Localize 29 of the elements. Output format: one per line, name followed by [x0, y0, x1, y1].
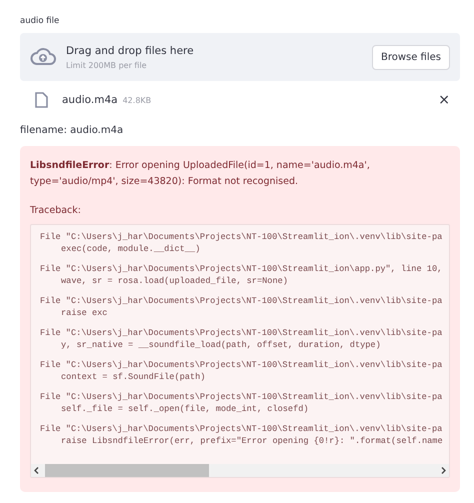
browse-files-button[interactable]: Browse files — [372, 44, 450, 70]
code-line: File "C:\Users\j_har\Documents\Projects\NT-100\Streamlit_ion\.venv\lib\site-pa — [40, 391, 444, 403]
code-line: context = sf.SoundFile(path) — [60, 371, 206, 383]
cloud-upload-icon — [30, 48, 56, 66]
code-line: exec(code, module.__dict__) — [60, 243, 202, 255]
remove-file-button[interactable]: × — [438, 92, 450, 108]
code-line: File "C:\Users\j_har\Documents\Projects\NT-100\Streamlit_ion\.venv\lib\site-pa — [40, 423, 444, 435]
code-line: self._file = self._open(file, mode_int, closefd) — [60, 403, 310, 415]
file-icon — [35, 92, 48, 108]
uploader-label: audio file — [20, 16, 60, 26]
size-limit-text: Limit 200MB per file — [66, 60, 148, 70]
code-line: File "C:\Users\j_har\Documents\Projects\NT-100\Streamlit_ion\.venv\lib\site-pa — [40, 327, 444, 339]
code-line: wave, sr = rosa.load(uploaded_file, sr=None) — [60, 275, 289, 287]
file-size: 42.8KB — [122, 96, 152, 104]
code-line: File "C:\Users\j_har\Documents\Projects\NT-100\Streamlit_ion\app.py", line 10, — [40, 263, 444, 275]
filename-text: filename: audio.m4a — [20, 125, 124, 136]
traceback-label: Traceback: — [30, 205, 82, 216]
code-line: File "C:\Users\j_har\Documents\Projects\NT-100\Streamlit_ion\.venv\lib\site-pa — [40, 231, 444, 243]
code-line: File "C:\Users\j_har\Documents\Projects\NT-100\Streamlit_ion\.venv\lib\site-pa — [40, 359, 444, 371]
code-line: File "C:\Users\j_har\Documents\Projects\NT-100\Streamlit_ion\.venv\lib\site-pa — [40, 295, 444, 307]
drop-instruction: Drag and drop files here — [66, 44, 195, 56]
code-line: raise exc — [60, 307, 108, 319]
file-name: audio.m4a — [62, 94, 118, 106]
scrollbar-thumb[interactable] — [45, 464, 209, 477]
code-line: y, sr_native = __soundfile_load(path, offset, duration, dtype) — [60, 339, 382, 351]
error-message: LibsndfileError: Error opening UploadedFile(id=1, name='audio.m4a', type='audio/mp4', size=43820): Format not recognised. — [30, 159, 371, 189]
scroll-left-icon[interactable] — [34, 467, 39, 474]
scroll-right-icon[interactable] — [441, 467, 446, 474]
code-line: raise LibsndfileError(err, prefix="Error opening {0!r}: ".format(self.name — [60, 435, 444, 447]
